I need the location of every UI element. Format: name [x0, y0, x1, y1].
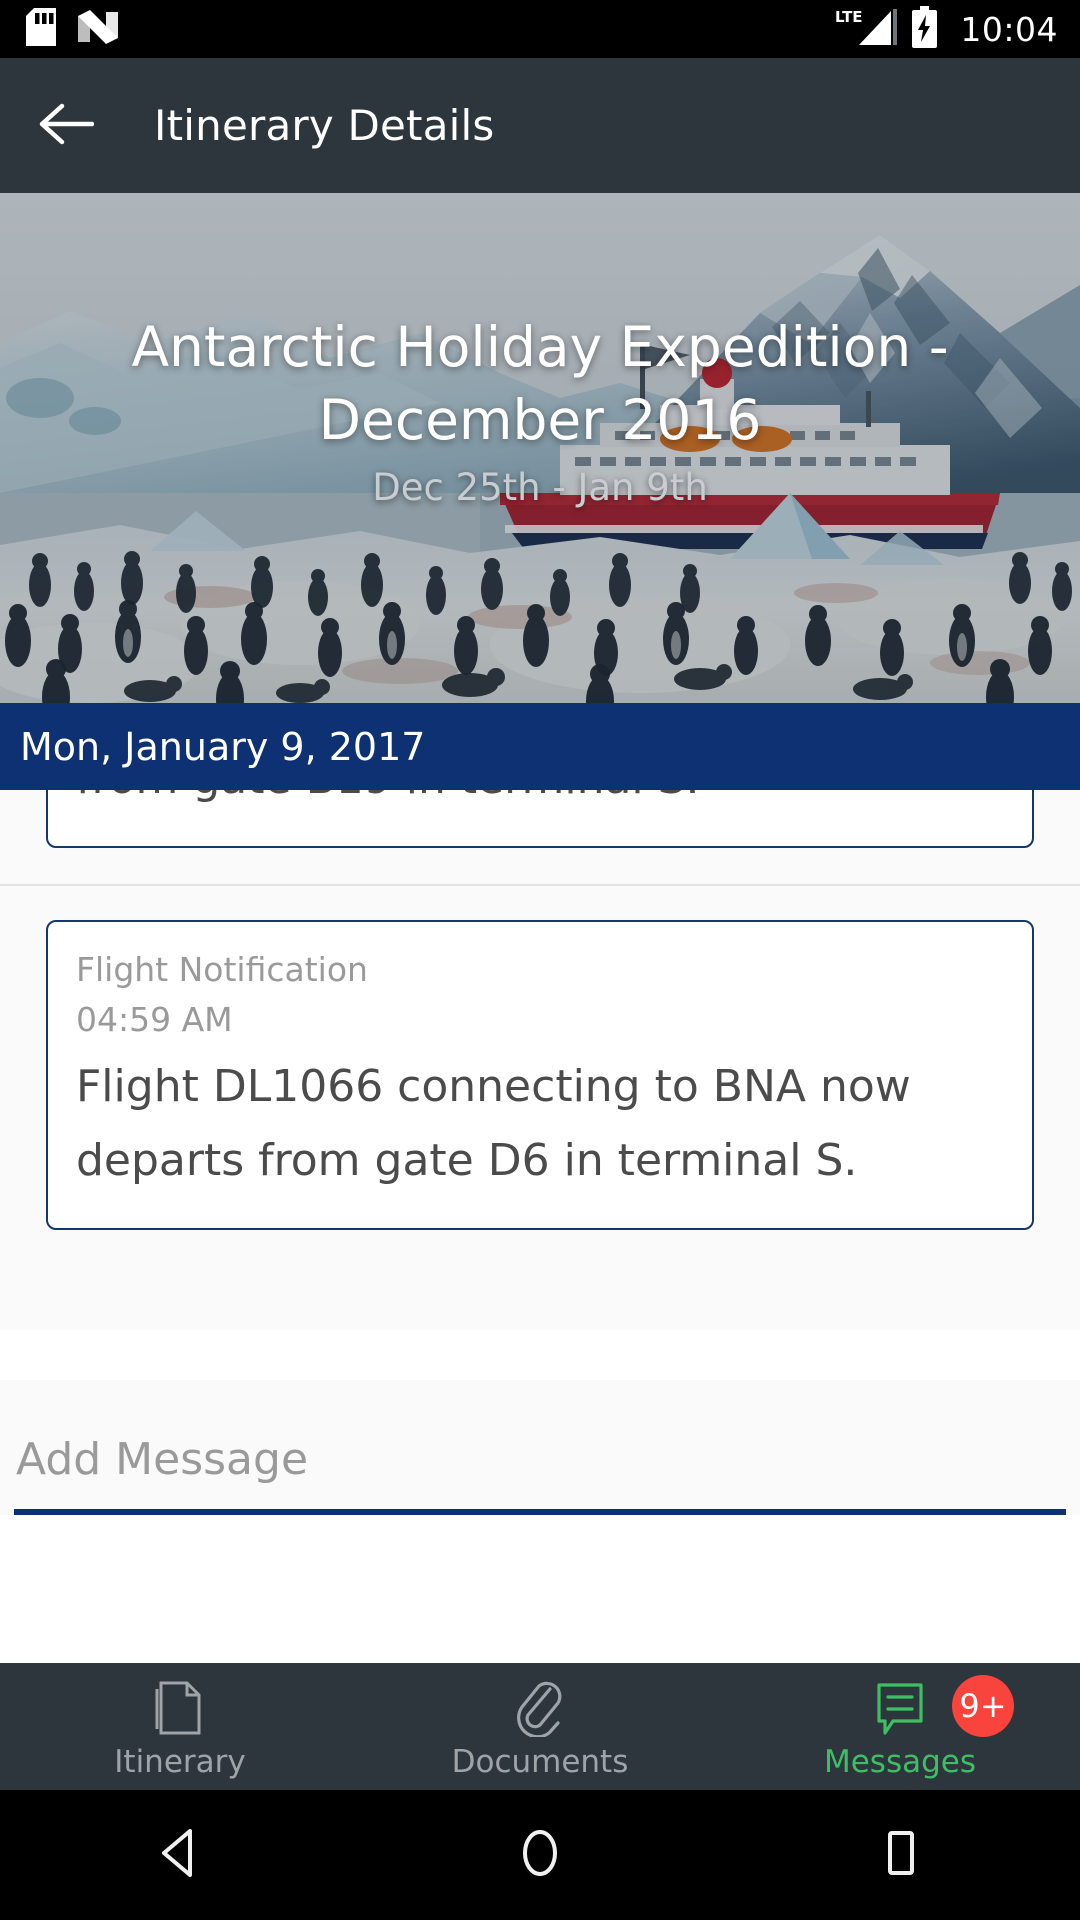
bottom-tab-bar: Itinerary Documents Messages 9+ [0, 1663, 1080, 1790]
itinerary-hero-banner[interactable]: Antarctic Holiday Expedition - December … [0, 193, 1080, 703]
trip-title: Antarctic Holiday Expedition - December … [131, 315, 949, 452]
nav-recents-button[interactable] [810, 1790, 990, 1920]
status-bar-left-icons [26, 8, 118, 50]
unread-badge: 9+ [952, 1675, 1014, 1737]
app-bar: Itinerary Details [0, 58, 1080, 193]
lte-signal-icon: LTE [835, 7, 898, 51]
tab-documents[interactable]: Documents [360, 1663, 720, 1790]
speech-bubble-icon [873, 1680, 927, 1736]
status-bar-right-icons: LTE 10:04 [835, 6, 1058, 52]
tab-itinerary[interactable]: Itinerary [0, 1663, 360, 1790]
hero-text-block: Antarctic Holiday Expedition - December … [0, 311, 1080, 509]
circle-home-icon [514, 1825, 566, 1885]
message-list[interactable]: from gate B19 in terminal S. Flight Noti… [0, 790, 1080, 1330]
compose-underline [14, 1509, 1066, 1515]
paperclip-icon [514, 1680, 566, 1737]
compose-area[interactable] [0, 1380, 1080, 1515]
back-button[interactable] [14, 58, 118, 193]
add-message-input[interactable] [14, 1434, 1066, 1509]
battery-charging-icon [911, 6, 938, 52]
tab-label-messages: Messages [823, 1743, 977, 1780]
android-navigation-bar [0, 1790, 1080, 1920]
sd-card-icon [26, 8, 56, 50]
date-section-header: Mon, January 9, 2017 [0, 703, 1080, 790]
message-timestamp: 04:59 AM [76, 999, 233, 1039]
svg-text:LTE: LTE [835, 8, 863, 26]
square-recents-icon [874, 1825, 926, 1885]
document-icon [155, 1680, 205, 1736]
tab-label-itinerary: Itinerary [114, 1743, 246, 1780]
status-bar: LTE 10:04 [0, 0, 1080, 58]
page-title: Itinerary Details [154, 101, 495, 150]
back-arrow-icon [38, 102, 95, 150]
status-bar-clock: 10:04 [960, 9, 1058, 49]
triangle-back-icon [154, 1825, 206, 1885]
trip-dates: Dec 25th - Jan 9th [372, 466, 708, 510]
nav-back-button[interactable] [90, 1790, 270, 1920]
message-body: from gate B19 in terminal S. [76, 790, 1004, 816]
message-body: Flight DL1066 connecting to BNA now depa… [76, 1061, 911, 1187]
message-card[interactable]: Flight Notification 04:59 AM Flight DL10… [46, 919, 1034, 1231]
tab-messages[interactable]: Messages 9+ [720, 1663, 1080, 1790]
phone-screen: LTE 10:04 Itinerary Details Antarctic Ho… [0, 0, 1080, 1920]
message-sender: Flight Notification [76, 949, 368, 989]
tab-label-documents: Documents [451, 1743, 629, 1780]
nav-home-button[interactable] [450, 1790, 630, 1920]
android-n-icon [78, 8, 118, 50]
date-section-label: Mon, January 9, 2017 [20, 724, 426, 769]
message-card[interactable]: from gate B19 in terminal S. [46, 790, 1034, 848]
